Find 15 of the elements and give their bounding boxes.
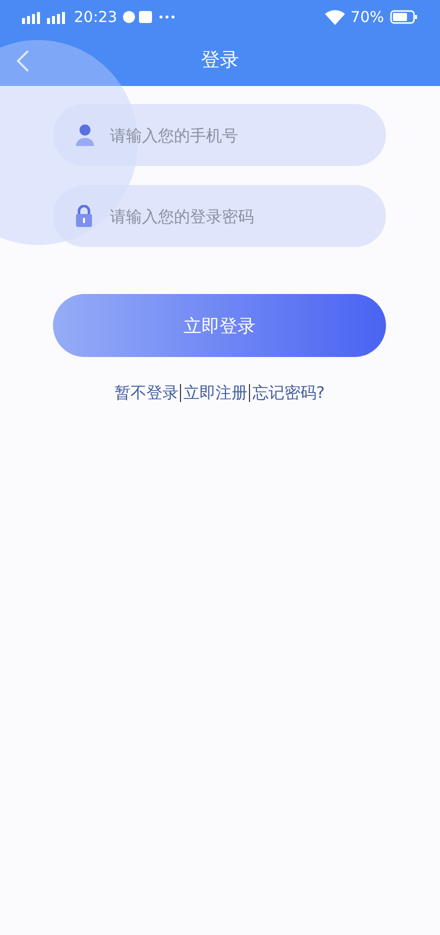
battery-icon (390, 10, 418, 24)
input-field[interactable]: 请输入您的手机号 (53, 104, 386, 166)
wifi-icon (324, 10, 345, 24)
text-link[interactable]: 立即注册 (180, 384, 250, 402)
login-button[interactable]: 立即登录 (53, 294, 386, 357)
text-link[interactable]: 暂不登录 (112, 384, 180, 402)
status-time: 20:23 (74, 8, 118, 26)
lock-icon (75, 205, 93, 227)
text-link[interactable]: 忘记密码? (249, 384, 327, 402)
user-icon (75, 124, 95, 146)
input-field[interactable]: 请输入您的登录密码 (53, 185, 386, 247)
more-icon (159, 15, 176, 19)
battery-percent: 70% (350, 8, 384, 26)
page-title: 登录 (201, 48, 239, 73)
signal-icon (22, 10, 68, 24)
